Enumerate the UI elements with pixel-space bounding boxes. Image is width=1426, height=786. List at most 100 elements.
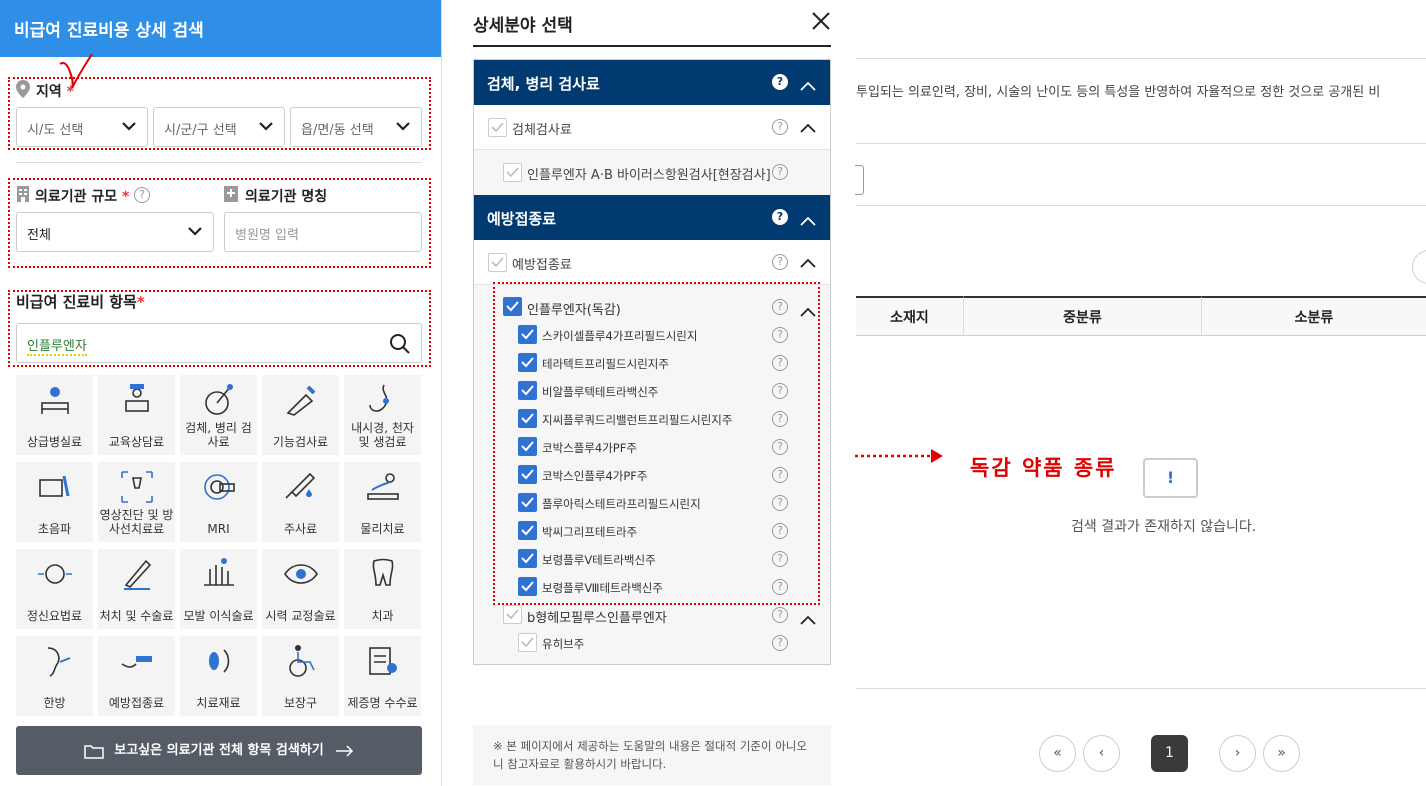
checkbox[interactable] (503, 605, 522, 624)
panel-title: 비급여 진료비용 상세 검색 (0, 0, 441, 57)
eye-icon (284, 564, 318, 584)
detail-item-row[interactable]: 인플루엔자 A·B 바이러스항원검사[현장검사]? (474, 150, 830, 195)
help-icon[interactable]: ? (772, 635, 788, 651)
next-page-button[interactable]: › (1219, 735, 1256, 772)
checkbox[interactable] (518, 633, 537, 652)
category-function-test[interactable]: 기능검사료 (262, 375, 339, 455)
category-certificate[interactable]: 제증명 수수료 (344, 636, 421, 716)
empty-icon-text: ! (1166, 468, 1175, 487)
arrow-right-icon (336, 744, 354, 757)
help-icon[interactable]: ? (772, 74, 788, 90)
category-specimen[interactable]: 검체, 병리 검사료 (180, 375, 257, 455)
category-label: 처치 및 수술료 (99, 609, 174, 623)
item-highlight (8, 290, 431, 367)
category-tooth[interactable]: 치과 (344, 549, 421, 629)
category-hair[interactable]: 모발 이식술료 (180, 549, 257, 629)
category-bed[interactable]: 상급병실료 (16, 375, 93, 455)
category-label: 주사료 (283, 522, 318, 536)
category-label: 예방접종료 (108, 696, 165, 710)
prev-page-button[interactable]: ‹ (1083, 735, 1120, 772)
category-label: 상급병실료 (26, 435, 83, 449)
category-header-vaccine[interactable]: 예방접종료? (474, 195, 830, 240)
help-icon[interactable]: ? (772, 164, 788, 180)
specimen-icon (205, 384, 233, 415)
category-title: 예방접종료 (487, 210, 557, 228)
empty-result-message: 검색 결과가 존재하지 않습니다. (1071, 519, 1257, 535)
category-mri[interactable]: MRI (180, 462, 257, 542)
physio-icon (367, 473, 399, 500)
tooth-icon (372, 558, 394, 586)
chevron-up-icon[interactable] (800, 257, 816, 268)
modal-note: ※ 본 페이지에서 제공하는 도움말의 내용은 절대적 기준이 아니오니 참고자… (473, 725, 831, 785)
category-label: 제증명 수수료 (347, 696, 418, 710)
category-header-specimen[interactable]: 검체, 병리 검사료? (474, 60, 830, 105)
page-1-button[interactable]: 1 (1151, 735, 1188, 772)
category-label: 검체, 병리 검사료 (185, 421, 252, 449)
chevron-up-icon[interactable] (800, 610, 816, 625)
chevron-up-icon[interactable] (800, 122, 816, 133)
help-icon[interactable]: ? (772, 119, 788, 135)
help-icon[interactable]: ? (772, 209, 788, 225)
first-page-button[interactable]: « (1039, 735, 1076, 772)
table-header-sub-category: 소분류 (1201, 296, 1426, 336)
category-surgery[interactable]: 처치 및 수술료 (98, 549, 175, 629)
search-panel: 비급여 진료비용 상세 검색 지역 * 시/도 선택 시/군/구 선택 읍/면/… (0, 0, 442, 786)
ultrasound-icon (39, 475, 70, 497)
hair-icon (204, 558, 234, 586)
acupuncture-icon (47, 647, 71, 677)
checkbox[interactable] (503, 163, 522, 182)
material-icon (209, 649, 230, 673)
modal-title: 상세분야 선택 (473, 16, 573, 36)
brain-icon (38, 564, 72, 584)
category-label: 초음파 (37, 522, 72, 536)
checkbox[interactable] (488, 118, 507, 137)
category-ultrasound[interactable]: 초음파 (16, 462, 93, 542)
detail-item-label: 인플루엔자 A·B 바이러스항원검사[현장검사] (527, 168, 771, 183)
region-highlight (8, 77, 431, 150)
search-all-label: 보고싶은 의료기관 전체 항목 검색하기 (114, 743, 324, 758)
last-page-button[interactable]: » (1263, 735, 1300, 772)
subgroup-row-hib[interactable]: b형헤모필루스인플루엔자? (474, 604, 830, 626)
table-header-location: 소재지 (856, 296, 963, 336)
category-wheelchair[interactable]: 보장구 (262, 636, 339, 716)
chevron-up-icon[interactable] (800, 212, 816, 226)
drug-item-row[interactable]: 유히브주? (474, 632, 830, 654)
category-label: 내시경, 천자 및 생검료 (351, 421, 414, 449)
category-syringe[interactable]: 주사료 (262, 462, 339, 542)
vaccine-icon (121, 656, 152, 668)
function-test-icon (286, 385, 316, 416)
help-icon[interactable]: ? (772, 607, 788, 623)
subcategory-row-vaccine[interactable]: 예방접종료? (474, 240, 830, 285)
category-label: 치료재료 (196, 696, 241, 710)
subcategory-row-specimen[interactable]: 검체검사료? (474, 105, 830, 150)
category-acupuncture[interactable]: 한방 (16, 636, 93, 716)
category-radiology[interactable]: 영상진단 및 방사선치료료 (98, 462, 175, 542)
chevron-up-icon[interactable] (800, 77, 816, 91)
category-vaccine[interactable]: 예방접종료 (98, 636, 175, 716)
close-icon[interactable] (812, 12, 830, 30)
search-all-button[interactable]: 보고싶은 의료기관 전체 항목 검색하기 (16, 726, 422, 775)
endoscope-icon (369, 384, 389, 412)
category-physio[interactable]: 물리치료 (344, 462, 421, 542)
category-label: 보장구 (283, 696, 318, 710)
category-label: 치과 (371, 609, 394, 623)
category-endoscope[interactable]: 내시경, 천자 및 생검료 (344, 375, 421, 455)
checkbox[interactable] (488, 253, 507, 272)
subcategory-label: 검체검사료 (512, 123, 572, 138)
wheelchair-icon (289, 645, 315, 677)
help-icon[interactable]: ? (772, 254, 788, 270)
category-label: 물리치료 (360, 522, 405, 536)
sort-toggle-edge[interactable] (1412, 250, 1426, 284)
category-label: 영상진단 및 방사선치료료 (99, 508, 174, 536)
category-eye[interactable]: 시력 교정술료 (262, 549, 339, 629)
category-material[interactable]: 치료재료 (180, 636, 257, 716)
counsel-icon (125, 384, 149, 412)
subgroup-label: b형헤모필루스인플루엔자 (527, 611, 667, 626)
category-label: 교육상담료 (108, 435, 165, 449)
category-label: 모발 이식술료 (183, 609, 254, 623)
category-brain[interactable]: 정신요법료 (16, 549, 93, 629)
annotation-text: 독감 약품 종류 (970, 456, 1117, 480)
description-text: 투입되는 의료인력, 장비, 시술의 난이도 등의 특성을 반영하여 자율적으로… (856, 85, 1381, 100)
category-counsel[interactable]: 교육상담료 (98, 375, 175, 455)
category-title: 검체, 병리 검사료 (487, 75, 600, 93)
